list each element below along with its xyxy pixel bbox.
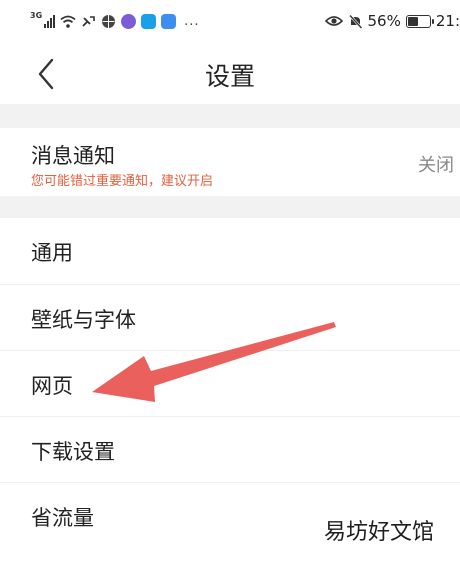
battery-level [407,16,419,26]
menu-item-label: 网页 [31,374,73,398]
menu-item-wallpaper-font[interactable]: 壁纸与字体 [0,284,460,350]
menu-item-label: 省流量 [31,506,94,530]
navigation-bar: 设置 [0,44,460,104]
watermark: 易坊好文馆 [319,514,438,552]
settings-menu-list: 通用 壁纸与字体 网页 下载设置 省流量 [0,218,460,548]
menu-item-label: 壁纸与字体 [31,308,136,332]
clock: 21: [435,12,460,30]
notification-status: 关闭 [418,155,454,176]
notification-setting-row[interactable]: 消息通知 您可能错过重要通知，建议开启 关闭 [0,128,460,196]
app-icon-cloud [161,13,177,29]
menu-item-webpage[interactable]: 网页 [0,350,460,416]
app-icon-purple [121,13,137,29]
menu-item-general[interactable]: 通用 [0,218,460,284]
status-right: 56% 21: [324,11,460,31]
menu-item-label: 通用 [31,241,73,265]
phone-missed-icon [82,15,95,27]
section-divider [0,196,460,218]
notification-title: 消息通知 [31,144,115,168]
battery-percent: 56% [367,12,401,30]
signal-icon [44,14,56,28]
mute-bell-icon [348,14,362,29]
wifi-icon [60,15,76,28]
more-notifications-icon: ... [184,13,200,29]
status-left: 3G ... [30,11,200,31]
browser-globe-icon [102,14,116,28]
eye-icon [324,16,343,26]
menu-item-label: 下载设置 [31,440,115,464]
app-icon-search [141,13,157,29]
menu-item-download-settings[interactable]: 下载设置 [0,416,460,482]
network-type: 3G [30,11,43,20]
status-bar: 3G ... 56% 21: [0,0,460,44]
battery-icon [405,14,434,28]
notification-hint: 您可能错过重要通知，建议开启 [31,174,214,189]
page-title: 设置 [204,62,255,91]
section-divider [0,104,460,128]
